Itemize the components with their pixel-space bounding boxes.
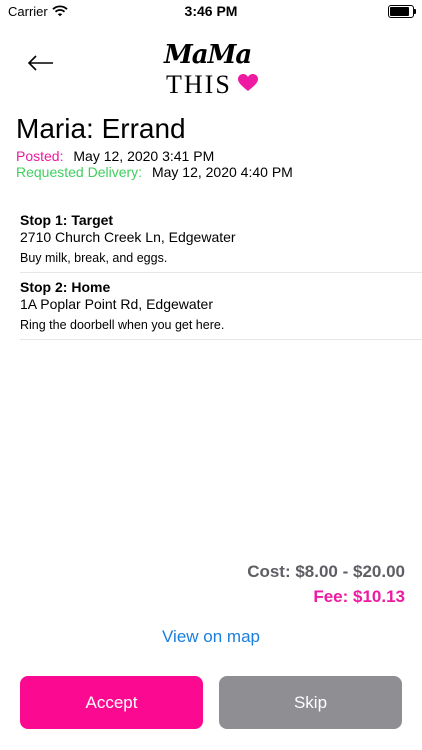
fee-amount: Fee: $10.13	[313, 587, 405, 606]
list-item: Stop 1: Target 2710 Church Creek Ln, Edg…	[20, 206, 422, 273]
stop-note: Buy milk, break, and eggs.	[20, 251, 168, 265]
accept-button[interactable]: Accept	[20, 676, 203, 729]
back-arrow-icon[interactable]	[26, 52, 56, 74]
requested-delivery-label: Requested Delivery:	[16, 164, 143, 180]
battery-icon	[388, 5, 416, 18]
stop-name: Stop 2: Home	[20, 279, 111, 295]
posted-value: May 12, 2020 3:41 PM	[73, 148, 215, 164]
requested-delivery-row: Requested Delivery: May 12, 2020 4:40 PM	[16, 164, 293, 180]
stop-address: 2710 Church Creek Ln, Edgewater	[20, 229, 236, 245]
app-logo: MaMa THIS	[164, 40, 260, 100]
status-bar: Carrier 3:46 PM	[0, 0, 422, 24]
stops-list: Stop 1: Target 2710 Church Creek Ln, Edg…	[20, 206, 422, 340]
page-title: Maria: Errand	[16, 113, 186, 144]
posted-row: Posted: May 12, 2020 3:41 PM	[16, 148, 214, 164]
stop-address: 1A Poplar Point Rd, Edgewater	[20, 296, 214, 312]
cost-range: Cost: $8.00 - $20.00	[247, 562, 405, 581]
stop-note: Ring the doorbell when you get here.	[20, 318, 225, 332]
stop-name: Stop 1: Target	[20, 212, 114, 228]
list-item: Stop 2: Home 1A Poplar Point Rd, Edgewat…	[20, 273, 422, 340]
status-time: 3:46 PM	[184, 3, 238, 19]
logo-top-text: MaMa	[164, 40, 252, 70]
skip-button[interactable]: Skip	[219, 676, 402, 729]
view-on-map-link[interactable]: View on map	[0, 627, 422, 647]
posted-label: Posted:	[16, 148, 64, 164]
logo-bottom-text: THIS	[166, 70, 232, 99]
heart-icon	[238, 74, 258, 97]
requested-delivery-value: May 12, 2020 4:40 PM	[151, 164, 293, 180]
